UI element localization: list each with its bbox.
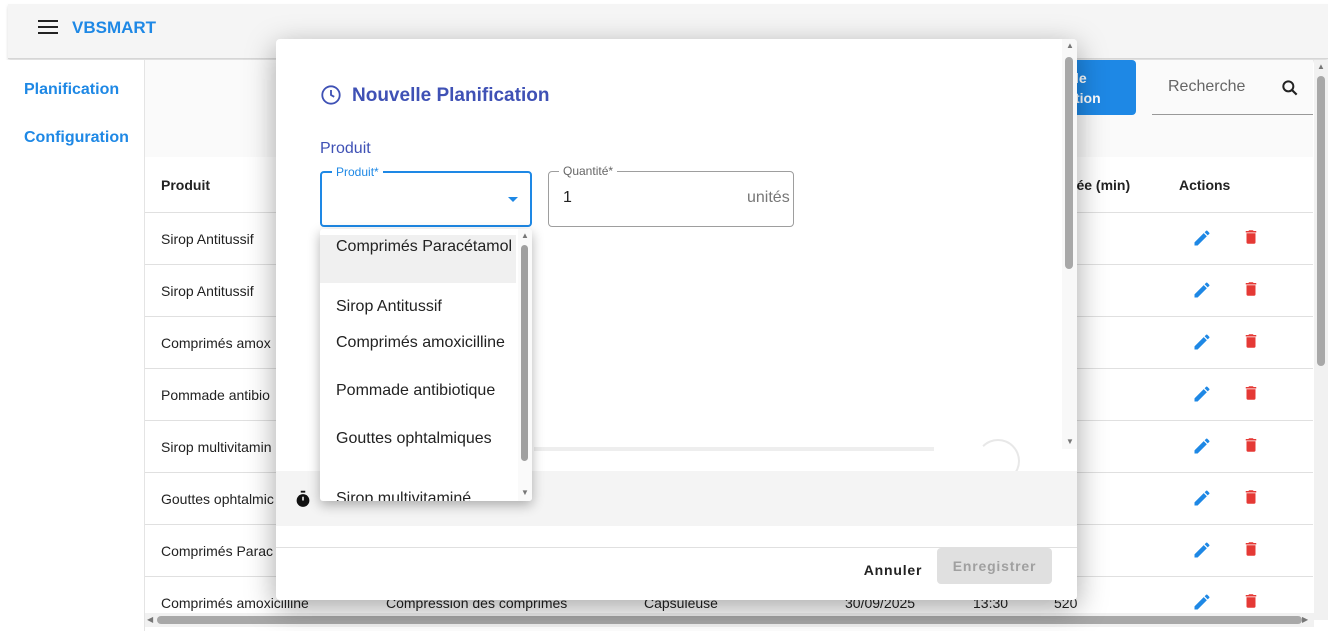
delete-icon[interactable] <box>1242 436 1260 456</box>
quantite-unit: unités <box>747 189 790 206</box>
page-horizontal-scrollbar[interactable]: ◀ ▶ <box>145 613 1314 627</box>
delete-icon[interactable] <box>1242 228 1260 248</box>
dialog-vertical-scrollbar[interactable]: ▲ ▼ <box>1062 39 1077 449</box>
delete-icon[interactable] <box>1242 592 1260 612</box>
edit-icon[interactable] <box>1192 228 1212 248</box>
dropdown-option-comprimes-amoxicilline[interactable]: Comprimés amoxicilline <box>320 331 516 355</box>
cell-produit: Pommade antibio <box>161 387 270 403</box>
dialog-divider <box>534 447 934 451</box>
app-title[interactable]: VBSMART <box>72 18 156 38</box>
edit-icon[interactable] <box>1192 592 1212 612</box>
edit-icon[interactable] <box>1192 384 1212 404</box>
header-produit: Produit <box>161 177 210 193</box>
dialog-title: Nouvelle Planification <box>352 85 550 106</box>
timer-icon <box>296 490 310 507</box>
edit-icon[interactable] <box>1192 436 1212 456</box>
menu-icon[interactable] <box>38 20 58 36</box>
dropdown-option-gouttes-ophtalmiques[interactable]: Gouttes ophtalmiques <box>320 427 516 451</box>
dropdown-option-sirop-antitussif[interactable]: Sirop Antitussif <box>320 295 516 319</box>
scroll-left-arrow[interactable]: ◀ <box>147 615 153 624</box>
save-button[interactable]: Enregistrer <box>937 548 1052 584</box>
sidebar-item-planification[interactable]: Planification <box>24 81 119 99</box>
quantite-field[interactable]: Quantité* 1 unités <box>548 164 794 227</box>
delete-icon[interactable] <box>1242 540 1260 560</box>
delete-icon[interactable] <box>1242 280 1260 300</box>
option-label: Comprimés amoxicilline <box>336 334 505 351</box>
section-label-produit: Produit <box>320 140 371 157</box>
dropdown-scroll-up-arrow[interactable]: ▲ <box>521 231 529 240</box>
scroll-right-arrow[interactable]: ▶ <box>1302 615 1308 624</box>
chevron-down-icon[interactable] <box>508 197 518 202</box>
header-duree: rée (min) <box>1071 177 1131 193</box>
dropdown-option-comprimes-paracetamol[interactable]: Comprimés Paracétamol <box>320 235 516 283</box>
cell-produit: Comprimés amox <box>161 335 271 351</box>
dropdown-option-sirop-multivitamine[interactable]: Sirop multivitaminé <box>320 487 516 501</box>
option-label: Gouttes ophtalmiques <box>336 430 492 447</box>
option-label: Sirop Antitussif <box>336 298 442 315</box>
dropdown-scroll-down-arrow[interactable]: ▼ <box>521 488 529 497</box>
edit-icon[interactable] <box>1192 488 1212 508</box>
dropdown-scrollbar[interactable]: ▲ ▼ <box>518 229 532 501</box>
page-horizontal-scroll-thumb[interactable] <box>157 616 1302 624</box>
page-vertical-scroll-thumb[interactable] <box>1317 76 1325 366</box>
edit-icon[interactable] <box>1192 280 1212 300</box>
delete-icon[interactable] <box>1242 384 1260 404</box>
dialog-scroll-thumb[interactable] <box>1065 57 1073 269</box>
clock-icon <box>321 85 341 105</box>
page-vertical-scrollbar[interactable]: ▲ <box>1314 60 1328 620</box>
add-button-label-line2: tion <box>1075 90 1101 106</box>
delete-icon[interactable] <box>1242 332 1260 352</box>
search-icon[interactable] <box>1280 78 1300 98</box>
option-label: Comprimés Paracétamol <box>336 238 513 255</box>
scroll-up-arrow[interactable]: ▲ <box>1317 62 1325 71</box>
sidebar-item-configuration[interactable]: Configuration <box>24 129 129 147</box>
produit-select[interactable]: Produit* <box>320 165 532 227</box>
delete-icon[interactable] <box>1242 488 1260 508</box>
cell-produit: Sirop Antitussif <box>161 231 254 247</box>
quantite-field-label: Quantité* <box>559 164 618 178</box>
dropdown-option-pommade-antibiotique[interactable]: Pommade antibiotique <box>320 379 516 403</box>
cell-produit: Gouttes ophtalmic <box>161 491 274 507</box>
sidebar: Planification Configuration <box>0 60 145 631</box>
dropdown-scroll-thumb[interactable] <box>521 245 528 461</box>
cell-produit: Sirop Antitussif <box>161 283 254 299</box>
header-actions: Actions <box>1179 177 1231 193</box>
edit-icon[interactable] <box>1192 332 1212 352</box>
dialog-scroll-up-arrow[interactable]: ▲ <box>1066 41 1074 50</box>
produit-dropdown-list: Comprimés Paracétamol Sirop Antitussif C… <box>320 229 532 501</box>
cell-produit: Comprimés Parac <box>161 543 274 559</box>
produit-field-label: Produit* <box>332 165 383 179</box>
cancel-button[interactable]: Annuler <box>850 552 936 588</box>
edit-icon[interactable] <box>1192 540 1212 560</box>
dialog-scroll-down-arrow[interactable]: ▼ <box>1066 437 1074 446</box>
search-placeholder: Recherche <box>1168 78 1246 95</box>
option-label: Sirop multivitaminé <box>336 490 472 501</box>
option-label: Pommade antibiotique <box>336 382 496 399</box>
cell-produit: Sirop multivitamin <box>161 439 272 455</box>
quantite-value: 1 <box>563 189 572 206</box>
search-field[interactable]: Recherche <box>1152 60 1313 115</box>
